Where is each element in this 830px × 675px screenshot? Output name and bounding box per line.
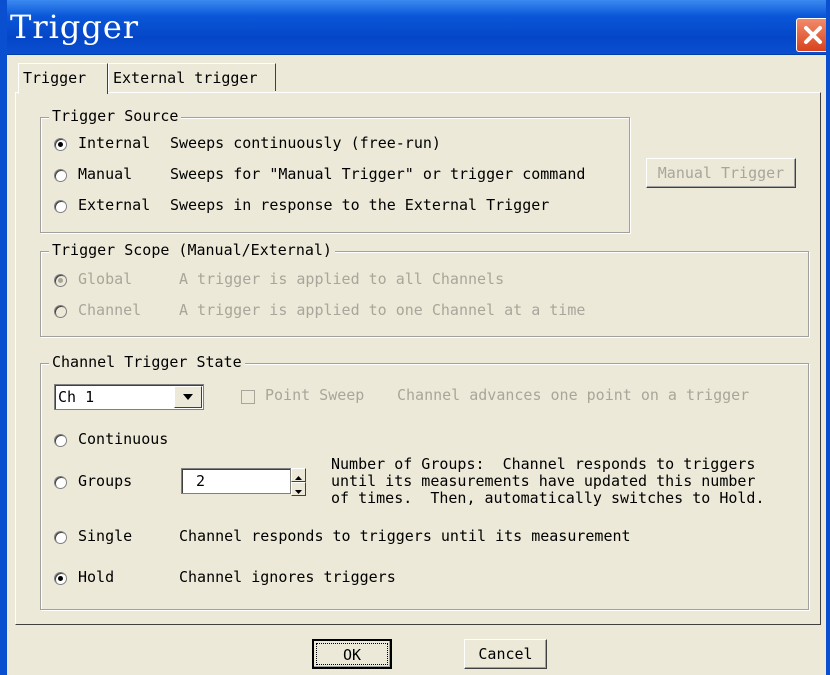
cancel-button[interactable]: Cancel bbox=[464, 639, 547, 669]
channel-select[interactable]: Ch 1 bbox=[54, 384, 204, 410]
internal-desc: Sweeps continuously (free-run) bbox=[170, 134, 441, 152]
continuous-label: Continuous bbox=[78, 430, 169, 448]
trigger-source-group: Trigger Source Internal Sweeps continuou… bbox=[40, 107, 630, 233]
chevron-down-icon bbox=[183, 394, 193, 400]
global-label: Global bbox=[78, 270, 133, 288]
groups-count-value: 2 bbox=[196, 472, 206, 490]
groups-label: Groups bbox=[78, 472, 133, 490]
groups-desc-line-3: of times. Then, automatically switches t… bbox=[331, 489, 765, 507]
groups-desc-line-1: Number of Groups: Channel responds to tr… bbox=[331, 455, 756, 473]
dialog-title: Trigger bbox=[10, 8, 140, 46]
tab-external-trigger[interactable]: External trigger bbox=[108, 63, 276, 91]
radio-channel[interactable] bbox=[54, 305, 67, 318]
external-desc: Sweeps in response to the External Trigg… bbox=[170, 196, 550, 214]
radio-internal[interactable] bbox=[54, 138, 67, 151]
single-desc: Channel responds to triggers until its m… bbox=[179, 527, 631, 545]
radio-continuous[interactable] bbox=[54, 434, 67, 447]
channel-label: Channel bbox=[78, 301, 142, 319]
dialog-body: Trigger External trigger Trigger Source … bbox=[7, 55, 826, 675]
trigger-scope-group: Trigger Scope (Manual/External) Global A… bbox=[40, 241, 809, 337]
spin-down-button[interactable] bbox=[291, 482, 306, 496]
ok-button[interactable]: OK bbox=[312, 639, 392, 669]
close-button[interactable] bbox=[796, 18, 830, 52]
trigger-scope-legend: Trigger Scope (Manual/External) bbox=[49, 241, 335, 259]
single-label: Single bbox=[78, 527, 133, 545]
window-border-left bbox=[0, 0, 7, 675]
spin-up-button[interactable] bbox=[291, 468, 306, 482]
radio-groups[interactable] bbox=[54, 476, 67, 489]
groups-count-input[interactable]: 2 bbox=[181, 468, 291, 494]
radio-global[interactable] bbox=[54, 274, 67, 287]
manual-label: Manual bbox=[78, 165, 133, 183]
global-desc: A trigger is applied to all Channels bbox=[179, 270, 505, 288]
hold-desc: Channel ignores triggers bbox=[179, 568, 396, 586]
channel-select-value: Ch 1 bbox=[58, 388, 95, 406]
channel-select-dropdown-button[interactable] bbox=[174, 386, 202, 408]
point-sweep-desc: Channel advances one point on a trigger bbox=[397, 386, 750, 404]
radio-manual[interactable] bbox=[54, 169, 67, 182]
trigger-source-legend: Trigger Source bbox=[49, 107, 182, 125]
manual-desc: Sweeps for "Manual Trigger" or trigger c… bbox=[170, 165, 586, 183]
tab-trigger[interactable]: Trigger bbox=[18, 63, 108, 94]
trigger-dialog: Trigger Trigger External trigger Trigger… bbox=[0, 0, 830, 675]
groups-desc-line-2: until its measurements have updated this… bbox=[331, 472, 756, 490]
radio-external[interactable] bbox=[54, 200, 67, 213]
radio-hold[interactable] bbox=[54, 572, 67, 585]
groups-spinner bbox=[291, 468, 306, 496]
manual-trigger-button[interactable]: Manual Trigger bbox=[646, 158, 796, 188]
radio-single[interactable] bbox=[54, 531, 67, 544]
hold-label: Hold bbox=[78, 568, 115, 586]
point-sweep-checkbox[interactable] bbox=[241, 390, 255, 404]
arrow-down-icon bbox=[295, 490, 302, 494]
channel-trigger-state-group: Channel Trigger State Ch 1 Point Sweep C… bbox=[40, 353, 809, 610]
channel-trigger-state-legend: Channel Trigger State bbox=[49, 353, 245, 371]
title-bar[interactable]: Trigger bbox=[0, 0, 830, 55]
window-border-right bbox=[826, 0, 830, 675]
internal-label: Internal bbox=[78, 134, 151, 152]
external-label: External bbox=[78, 196, 151, 214]
trigger-tab-panel: Trigger Source Internal Sweeps continuou… bbox=[15, 92, 821, 625]
channel-desc: A trigger is applied to one Channel at a… bbox=[179, 301, 586, 319]
point-sweep-label: Point Sweep bbox=[265, 386, 365, 404]
close-icon bbox=[804, 26, 822, 44]
